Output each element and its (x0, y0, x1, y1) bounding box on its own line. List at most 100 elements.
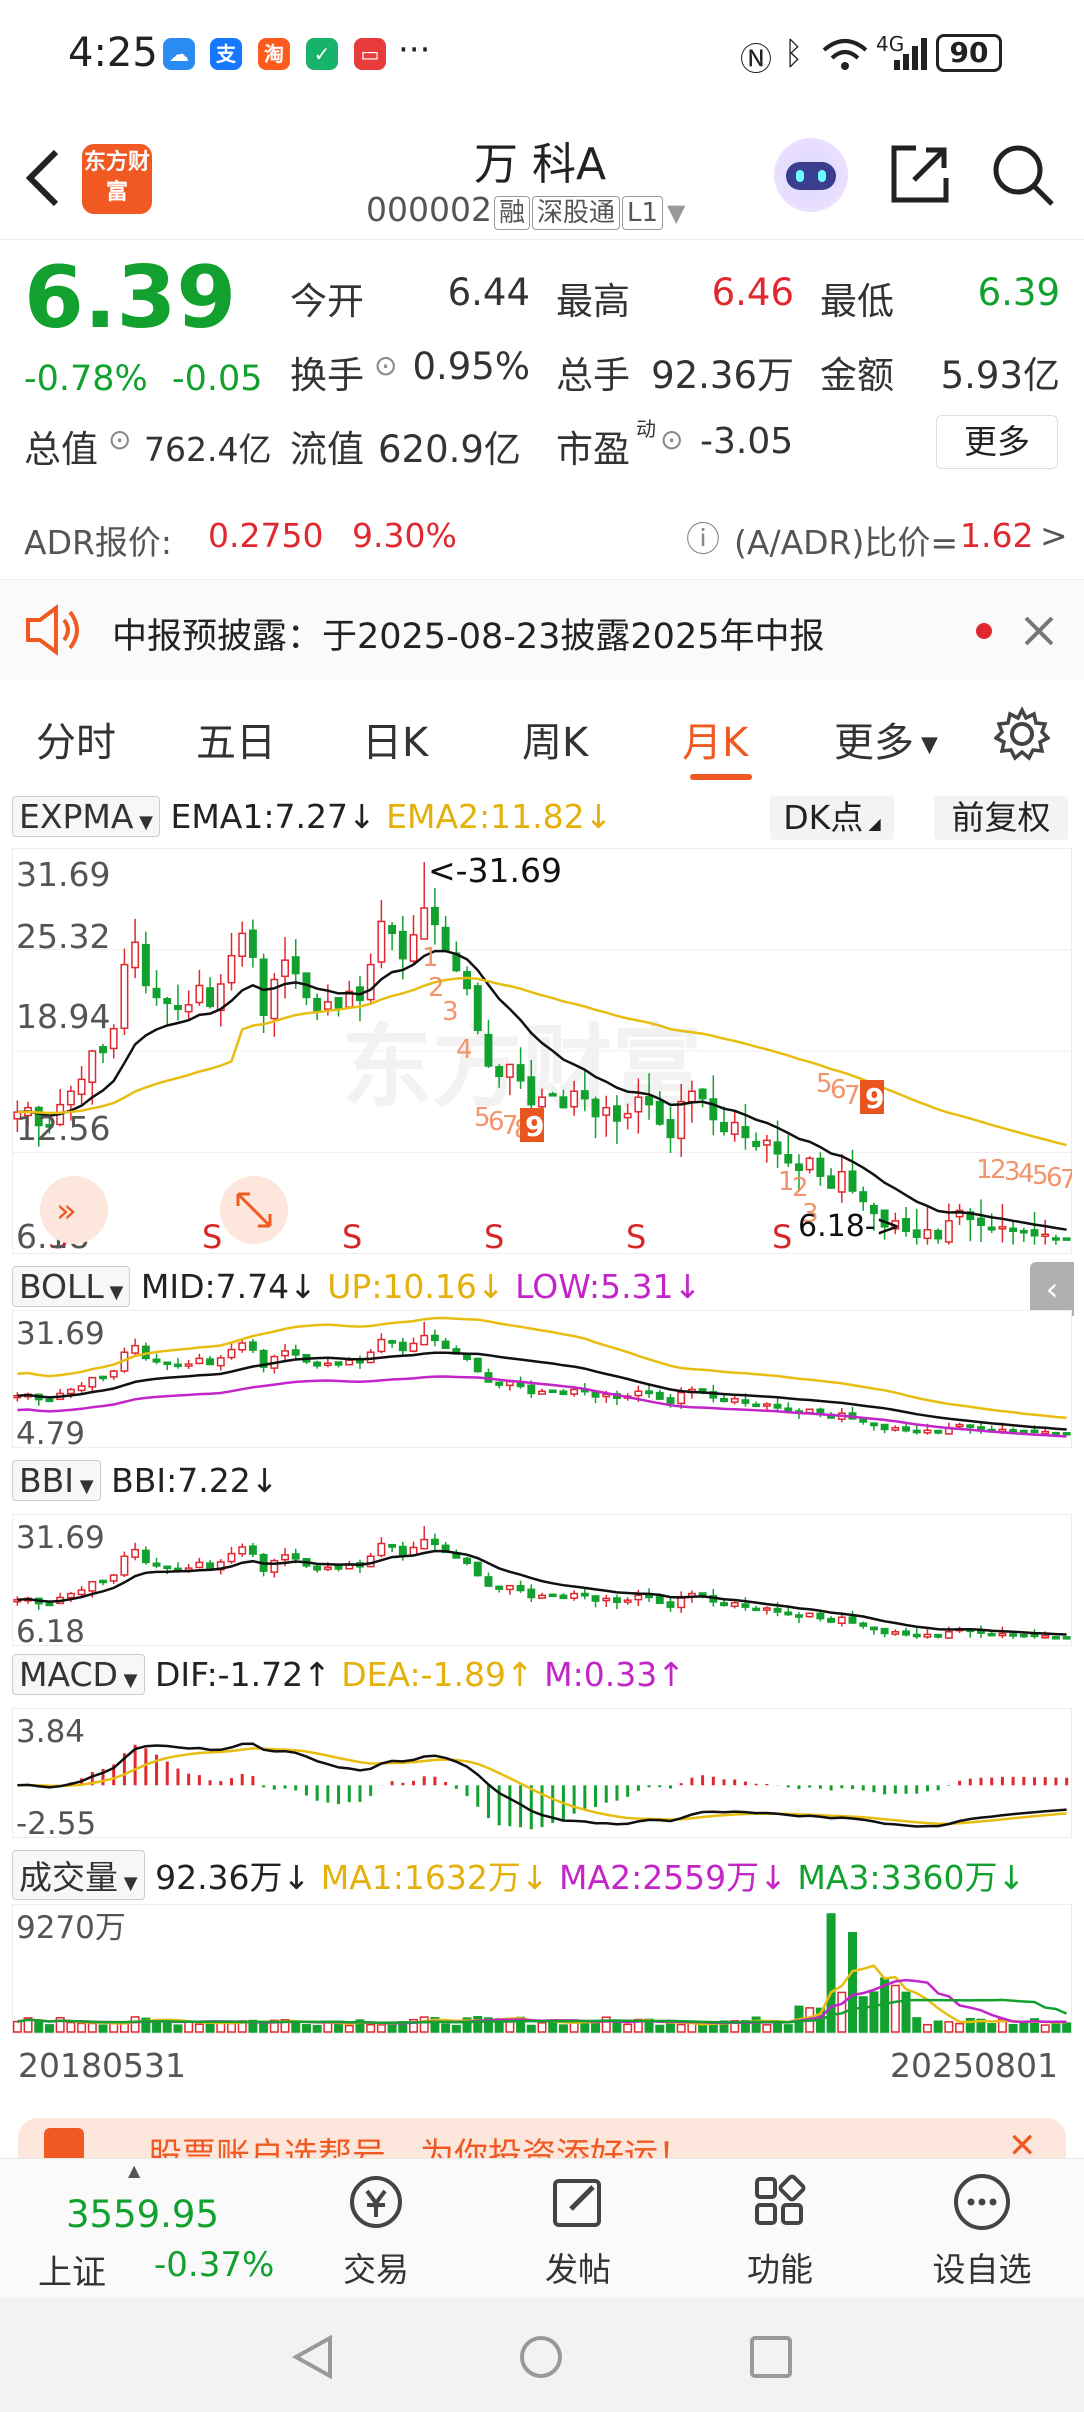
candle-body (805, 1408, 814, 1414)
up-caret-icon: ▲ (128, 2161, 141, 2180)
more-button[interactable]: 更多 (936, 415, 1058, 469)
candle-body (152, 1562, 161, 1567)
help-icon[interactable]: ⓘ (686, 512, 720, 561)
candle-body (859, 1622, 868, 1627)
candle-body (66, 1090, 75, 1106)
tab-monthly-k[interactable]: 月K (682, 710, 748, 768)
volume-bar (558, 2024, 568, 2033)
amount-value: 5.93亿 (940, 354, 1060, 397)
candle-body (730, 1121, 739, 1135)
candle-body (495, 1066, 504, 1078)
ema1-value: EMA1:7.27 (170, 797, 348, 836)
index-name[interactable]: 上证 (38, 2245, 106, 2294)
info-icon[interactable]: ⊙ (374, 349, 397, 382)
settings-gear-icon[interactable] (994, 706, 1050, 762)
candle-body (227, 954, 236, 984)
adr-price: 0.2750 (208, 516, 324, 555)
indicator-select-volume[interactable]: 成交量 ▼ (12, 1850, 145, 1900)
promo-banner[interactable]: 股票账户选帮号，为你投资添好运！ ✕ (18, 2118, 1066, 2158)
candle-body (334, 997, 343, 1009)
candle-body (902, 1630, 911, 1636)
candle-body (559, 1390, 568, 1396)
candle-body (1030, 1633, 1039, 1638)
date-end: 20250801 (890, 2046, 1058, 2085)
ema2-value: EMA2:11.82 (386, 797, 585, 836)
info-icon[interactable]: ⊙ (108, 423, 131, 456)
volume-chart[interactable]: 9270万 (12, 1904, 1072, 2034)
candle-body (313, 1565, 322, 1571)
candle-body (612, 1597, 621, 1604)
search-icon[interactable] (990, 142, 1056, 208)
indicator-select-macd[interactable]: MACD ▼ (12, 1654, 145, 1695)
adr-pct: 9.30% (352, 516, 457, 555)
boll-chart[interactable]: 31.69 4.79 (12, 1310, 1072, 1448)
post-button[interactable]: 发帖 (518, 2169, 638, 2291)
volume-bar (698, 2024, 708, 2033)
kline-chart[interactable]: 东方财富 SSSSSS123456781235678123456799 31.6… (12, 848, 1072, 1254)
candle-body (109, 1370, 118, 1378)
candle-body (184, 1363, 193, 1367)
more-dots-icon (954, 2174, 1010, 2230)
tab-intraday[interactable]: 分时 (36, 710, 116, 768)
candle-body (323, 1362, 332, 1367)
signal-icon (894, 38, 927, 70)
candle-body (570, 1090, 579, 1108)
candle-body (645, 1390, 654, 1395)
nav-home-icon[interactable] (518, 2334, 564, 2380)
nav-recent-icon[interactable] (748, 2334, 794, 2380)
function-button[interactable]: 功能 (720, 2169, 840, 2291)
dropdown-icon[interactable]: ▼ (667, 199, 685, 227)
robot-assistant-icon[interactable] (774, 138, 848, 212)
candle-body (1030, 1229, 1039, 1237)
candle-body (109, 1574, 118, 1582)
float-label: 流值 (290, 428, 364, 471)
candle-body (99, 1046, 107, 1054)
back-icon[interactable] (20, 148, 64, 208)
tab-more[interactable]: 更多 ▼ (834, 710, 938, 768)
candle-body (752, 1403, 761, 1408)
volume-bar (987, 2023, 997, 2033)
bbi-chart[interactable]: 31.69 6.18 (12, 1514, 1072, 1646)
index-value[interactable]: 3559.95 (66, 2193, 219, 2236)
bbi-y-bottom: 6.18 (16, 1614, 85, 1646)
nav-back-icon[interactable] (290, 2334, 336, 2380)
share-icon[interactable] (888, 142, 952, 206)
volume-bar (12, 2020, 22, 2033)
info-icon[interactable]: ⊙ (660, 423, 683, 456)
dk-point-button[interactable]: DK点 ◢ (770, 796, 894, 840)
candle-body (1062, 1237, 1071, 1241)
candle-body (109, 1027, 118, 1050)
adjust-button[interactable]: 前复权 (934, 796, 1068, 840)
indicator-select-bbi[interactable]: BBI ▼ (12, 1460, 101, 1501)
add-watchlist-button[interactable]: 设自选 (922, 2169, 1042, 2291)
indicator-select-expma[interactable]: EXPMA ▼ (12, 796, 160, 837)
candle-body (784, 1153, 793, 1164)
boll-y-top: 31.69 (16, 1316, 105, 1352)
float-value: 620.9亿 (378, 428, 521, 471)
index-change[interactable]: -0.37% (154, 2245, 274, 2285)
volume-bar (312, 2024, 322, 2033)
tab-daily-k[interactable]: 日K (362, 710, 428, 768)
candle-body (366, 963, 375, 1001)
volume-bar (901, 1991, 911, 2033)
candle-body (548, 1093, 557, 1097)
candle-body (281, 1350, 289, 1357)
candle-body (912, 1429, 921, 1434)
macd-chart[interactable]: 3.84 -2.55 (12, 1708, 1072, 1838)
side-expand-handle[interactable]: ‹ (1030, 1262, 1074, 1316)
max-price-label: <-31.69 (428, 851, 562, 890)
volume-bar (773, 2021, 783, 2033)
notice-bar[interactable]: 中报预披露：于2025-08-23披露2025年中报 (0, 580, 1084, 680)
adr-row[interactable]: ADR报价: 0.2750 9.30% ⓘ (A/ADR)比价= 1.62 > (0, 490, 1084, 580)
trade-button[interactable]: 交易 (316, 2169, 436, 2291)
close-icon[interactable] (1022, 614, 1056, 648)
indicator-select-boll[interactable]: BOLL ▼ (12, 1266, 131, 1307)
volume-bar (441, 2023, 451, 2033)
candle-body (248, 1341, 257, 1351)
promo-close-icon[interactable]: ✕ (1008, 2126, 1037, 2158)
candle-body (1019, 1229, 1028, 1234)
eastmoney-logo[interactable]: 东方财富 (82, 144, 152, 214)
tab-five-day[interactable]: 五日 (196, 710, 276, 768)
candle-body (827, 1175, 836, 1189)
tab-weekly-k[interactable]: 周K (522, 710, 588, 768)
